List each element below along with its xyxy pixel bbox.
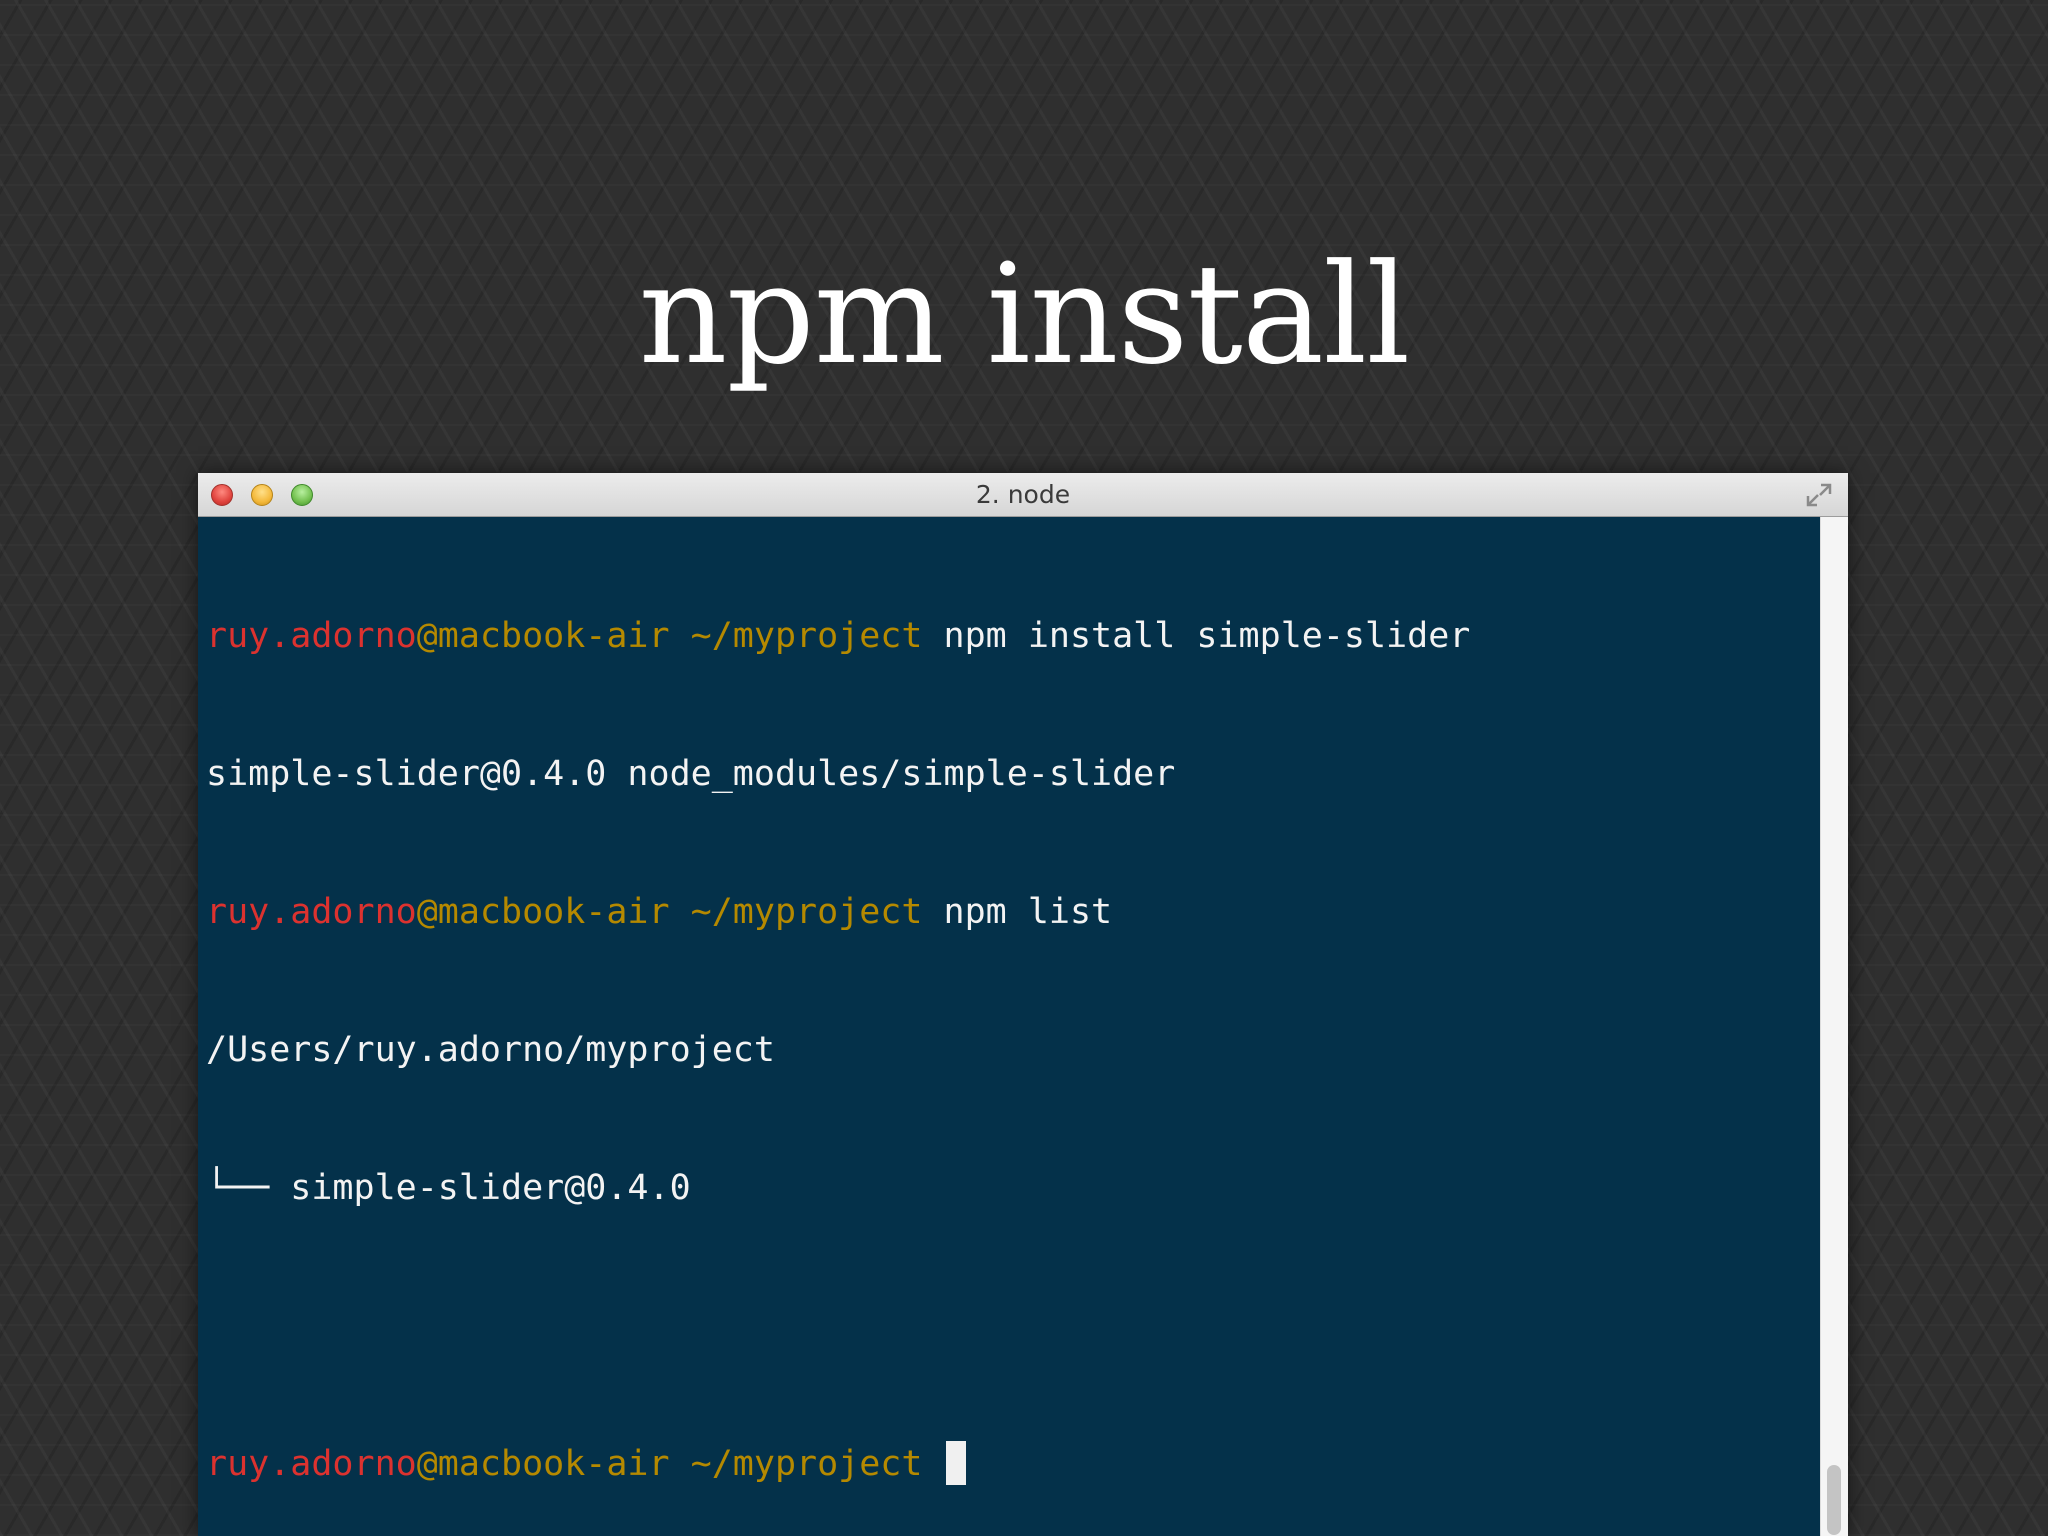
output-text: simple-slider@0.4.0 node_modules/simple-… bbox=[206, 754, 1176, 794]
window-title: 2. node bbox=[975, 480, 1071, 509]
terminal-window: 2. node ruy.adorno@macbook-air ~/myproje… bbox=[198, 473, 1848, 1536]
prompt-user: ruy.adorno bbox=[206, 1444, 417, 1484]
prompt-path: ~/myproject bbox=[669, 1444, 923, 1484]
prompt-host: @macbook-air bbox=[416, 1444, 670, 1484]
scrollbar-thumb[interactable] bbox=[1827, 1465, 1841, 1535]
prompt-host: @macbook-air bbox=[416, 616, 670, 656]
output-text: └── simple-slider@0.4.0 bbox=[206, 1168, 691, 1208]
output-text: /Users/ruy.adorno/myproject bbox=[206, 1030, 775, 1070]
scrollbar[interactable] bbox=[1820, 517, 1848, 1536]
prompt-path: ~/myproject bbox=[669, 892, 923, 932]
command-text: npm install simple-slider bbox=[922, 616, 1471, 656]
terminal-cursor bbox=[945, 1441, 966, 1485]
command-text bbox=[922, 1444, 943, 1484]
terminal-line: ruy.adorno@macbook-air ~/myproject npm l… bbox=[206, 889, 1806, 935]
prompt-path: ~/myproject bbox=[669, 616, 923, 656]
terminal-line: simple-slider@0.4.0 node_modules/simple-… bbox=[206, 751, 1806, 797]
terminal-line: ruy.adorno@macbook-air ~/myproject npm i… bbox=[206, 613, 1806, 659]
prompt-user: ruy.adorno bbox=[206, 616, 417, 656]
prompt-host: @macbook-air bbox=[416, 892, 670, 932]
terminal-output[interactable]: ruy.adorno@macbook-air ~/myproject npm i… bbox=[206, 521, 1806, 1536]
command-text: npm list bbox=[922, 892, 1113, 932]
slide-title: npm install bbox=[638, 234, 1411, 395]
terminal-line: ruy.adorno@macbook-air ~/myproject bbox=[206, 1441, 1806, 1487]
window-titlebar[interactable]: 2. node bbox=[198, 473, 1848, 517]
prompt-user: ruy.adorno bbox=[206, 892, 417, 932]
fullscreen-icon[interactable] bbox=[1804, 481, 1834, 509]
terminal-line: └── simple-slider@0.4.0 bbox=[206, 1165, 1806, 1211]
terminal-line: /Users/ruy.adorno/myproject bbox=[206, 1027, 1806, 1073]
